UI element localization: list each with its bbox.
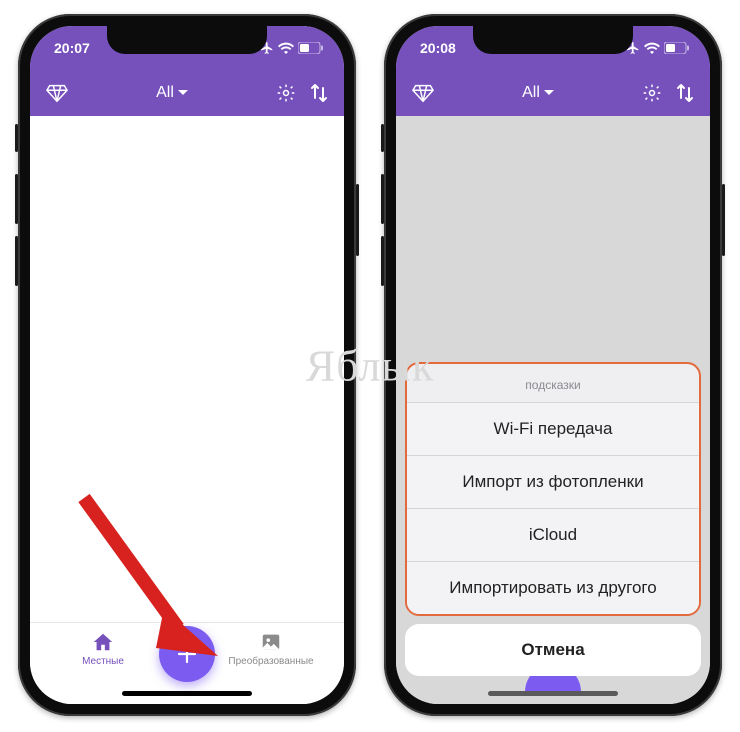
sort-icon[interactable]: [676, 83, 694, 103]
sort-icon[interactable]: [310, 83, 328, 103]
wifi-icon: [278, 42, 294, 54]
chevron-down-icon: [178, 88, 188, 98]
sheet-item-camera-roll[interactable]: Импорт из фотопленки: [407, 456, 699, 509]
sheet-item-wifi[interactable]: Wi-Fi передача: [407, 403, 699, 456]
home-indicator[interactable]: [122, 691, 252, 696]
status-indicators: [260, 41, 324, 55]
battery-icon: [664, 42, 690, 54]
status-time: 20:07: [54, 40, 90, 56]
gear-icon[interactable]: [642, 83, 662, 103]
plus-icon: [175, 642, 199, 666]
filter-label: All: [156, 84, 174, 102]
add-button[interactable]: [159, 626, 215, 682]
image-icon: [260, 631, 282, 653]
gear-icon[interactable]: [276, 83, 296, 103]
home-icon: [92, 631, 114, 653]
chevron-down-icon: [544, 88, 554, 98]
filter-dropdown[interactable]: All: [156, 84, 188, 102]
notch: [473, 26, 633, 54]
tab-local[interactable]: Местные: [58, 631, 148, 667]
diamond-icon[interactable]: [412, 82, 434, 104]
content-area-dimmed[interactable]: подсказки Wi-Fi передача Импорт из фотоп…: [396, 116, 710, 704]
cancel-button[interactable]: Отмена: [405, 624, 701, 676]
filter-dropdown[interactable]: All: [522, 84, 554, 102]
home-indicator[interactable]: [488, 691, 618, 696]
phone-left: 20:07 All: [18, 14, 356, 716]
content-area: [30, 116, 344, 622]
tab-bar: Местные Преобразованные: [30, 622, 344, 704]
diamond-icon[interactable]: [46, 82, 68, 104]
status-time: 20:08: [420, 40, 456, 56]
tab-converted-label: Преобразованные: [228, 656, 313, 667]
phone-right: 20:08 All: [384, 14, 722, 716]
status-indicators: [626, 41, 690, 55]
action-sheet-title: подсказки: [407, 364, 699, 403]
wifi-icon: [644, 42, 660, 54]
app-header: All: [30, 70, 344, 116]
sheet-item-icloud[interactable]: iCloud: [407, 509, 699, 562]
notch: [107, 26, 267, 54]
app-header: All: [396, 70, 710, 116]
filter-label: All: [522, 84, 540, 102]
battery-icon: [298, 42, 324, 54]
tab-converted[interactable]: Преобразованные: [226, 631, 316, 667]
sheet-item-other[interactable]: Импортировать из другого: [407, 562, 699, 614]
tab-local-label: Местные: [82, 656, 124, 667]
action-sheet: подсказки Wi-Fi передача Импорт из фотоп…: [405, 362, 701, 616]
